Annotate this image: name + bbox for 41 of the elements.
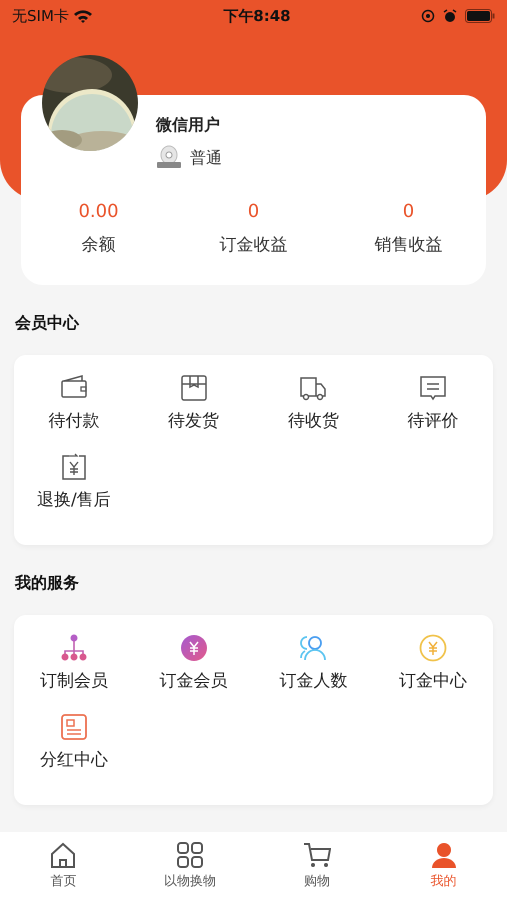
id-card-icon — [58, 712, 89, 742]
time-text: 下午8:48 — [223, 6, 291, 27]
wifi-icon — [72, 9, 93, 23]
menu-item[interactable]: 订金人数 — [254, 633, 374, 712]
home-icon — [49, 842, 78, 868]
tab[interactable]: 首页 — [0, 832, 127, 900]
yuan-coin-icon — [178, 633, 209, 663]
users-icon — [298, 633, 328, 663]
menu-item[interactable]: 待评价 — [373, 373, 493, 452]
menu-item[interactable]: 订金会员 — [134, 633, 254, 712]
stat-value: 0 — [248, 200, 260, 224]
menu-item[interactable]: 订制会员 — [14, 633, 134, 712]
stat-value: 0.00 — [78, 200, 119, 224]
menu-item[interactable]: 退换/售后 — [14, 452, 134, 531]
package-icon — [178, 373, 209, 403]
stat-value: 0 — [402, 200, 414, 224]
section-title: 会员中心 — [14, 312, 80, 334]
battery-icon — [464, 9, 495, 23]
grid-icon — [177, 842, 204, 868]
network-icon — [58, 633, 89, 663]
cart-icon — [302, 842, 331, 868]
menu-item[interactable]: 待发货 — [134, 373, 254, 452]
menu-item[interactable]: 待收货 — [254, 373, 374, 452]
stat-label: 余额 — [82, 234, 116, 257]
tab[interactable]: 我的 — [380, 832, 507, 900]
carrier-text: 无SIM卡 — [12, 6, 69, 27]
stat-label: 订金收益 — [220, 234, 288, 257]
section-title: 我的服务 — [14, 572, 80, 594]
user-name: 微信用户 — [156, 114, 221, 136]
person-icon — [430, 842, 457, 868]
tab[interactable]: 购物 — [254, 832, 380, 900]
badge-icon — [156, 145, 182, 171]
stat-label: 销售收益 — [374, 234, 442, 257]
menu-item[interactable]: 分红中心 — [14, 712, 134, 791]
tab[interactable]: 以物换物 — [126, 832, 254, 900]
menu-item[interactable]: 订金中心 — [373, 633, 493, 712]
yuan-circle-icon — [418, 633, 448, 663]
orientation-lock-icon — [420, 9, 435, 23]
alarm-icon — [442, 9, 457, 23]
member-level: 普通 — [190, 147, 222, 169]
menu-item[interactable]: 待付款 — [14, 373, 134, 452]
